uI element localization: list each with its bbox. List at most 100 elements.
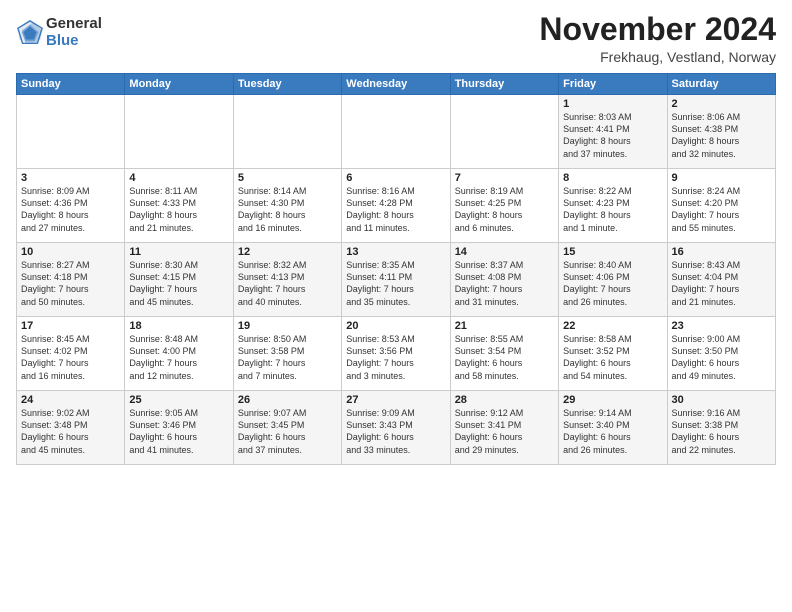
calendar-cell: 13Sunrise: 8:35 AM Sunset: 4:11 PM Dayli… (342, 243, 450, 317)
day-info: Sunrise: 8:30 AM Sunset: 4:15 PM Dayligh… (129, 259, 228, 308)
day-number: 9 (672, 172, 771, 184)
day-number: 13 (346, 246, 445, 258)
title-block: November 2024 Frekhaug, Vestland, Norway (539, 12, 776, 65)
day-info: Sunrise: 8:40 AM Sunset: 4:06 PM Dayligh… (563, 259, 662, 308)
calendar-cell: 10Sunrise: 8:27 AM Sunset: 4:18 PM Dayli… (17, 243, 125, 317)
day-number: 11 (129, 246, 228, 258)
day-info: Sunrise: 9:05 AM Sunset: 3:46 PM Dayligh… (129, 407, 228, 456)
calendar-cell: 21Sunrise: 8:55 AM Sunset: 3:54 PM Dayli… (450, 317, 558, 391)
calendar-header: Sunday Monday Tuesday Wednesday Thursday… (17, 74, 776, 95)
day-info: Sunrise: 8:11 AM Sunset: 4:33 PM Dayligh… (129, 185, 228, 234)
calendar-cell: 30Sunrise: 9:16 AM Sunset: 3:38 PM Dayli… (667, 391, 775, 465)
calendar-cell (342, 95, 450, 169)
calendar-week-5: 24Sunrise: 9:02 AM Sunset: 3:48 PM Dayli… (17, 391, 776, 465)
day-number: 16 (672, 246, 771, 258)
day-number: 12 (238, 246, 337, 258)
col-saturday: Saturday (667, 74, 775, 95)
day-info: Sunrise: 8:48 AM Sunset: 4:00 PM Dayligh… (129, 333, 228, 382)
calendar-page: General Blue November 2024 Frekhaug, Ves… (0, 0, 792, 612)
calendar-cell: 14Sunrise: 8:37 AM Sunset: 4:08 PM Dayli… (450, 243, 558, 317)
day-number: 14 (455, 246, 554, 258)
day-info: Sunrise: 8:35 AM Sunset: 4:11 PM Dayligh… (346, 259, 445, 308)
day-number: 4 (129, 172, 228, 184)
day-number: 22 (563, 320, 662, 332)
logo-icon (16, 19, 44, 47)
day-info: Sunrise: 9:02 AM Sunset: 3:48 PM Dayligh… (21, 407, 120, 456)
calendar-cell: 19Sunrise: 8:50 AM Sunset: 3:58 PM Dayli… (233, 317, 341, 391)
logo: General Blue (16, 16, 102, 49)
day-number: 26 (238, 394, 337, 406)
calendar-cell: 23Sunrise: 9:00 AM Sunset: 3:50 PM Dayli… (667, 317, 775, 391)
day-number: 20 (346, 320, 445, 332)
calendar-cell (450, 95, 558, 169)
day-number: 3 (21, 172, 120, 184)
day-number: 1 (563, 98, 662, 110)
day-info: Sunrise: 9:12 AM Sunset: 3:41 PM Dayligh… (455, 407, 554, 456)
day-number: 28 (455, 394, 554, 406)
day-number: 5 (238, 172, 337, 184)
day-info: Sunrise: 8:32 AM Sunset: 4:13 PM Dayligh… (238, 259, 337, 308)
day-info: Sunrise: 8:06 AM Sunset: 4:38 PM Dayligh… (672, 111, 771, 160)
calendar-cell: 4Sunrise: 8:11 AM Sunset: 4:33 PM Daylig… (125, 169, 233, 243)
day-info: Sunrise: 8:19 AM Sunset: 4:25 PM Dayligh… (455, 185, 554, 234)
calendar-cell: 29Sunrise: 9:14 AM Sunset: 3:40 PM Dayli… (559, 391, 667, 465)
day-info: Sunrise: 8:50 AM Sunset: 3:58 PM Dayligh… (238, 333, 337, 382)
calendar-cell: 6Sunrise: 8:16 AM Sunset: 4:28 PM Daylig… (342, 169, 450, 243)
day-info: Sunrise: 8:14 AM Sunset: 4:30 PM Dayligh… (238, 185, 337, 234)
col-wednesday: Wednesday (342, 74, 450, 95)
calendar-cell (125, 95, 233, 169)
col-sunday: Sunday (17, 74, 125, 95)
calendar-cell: 15Sunrise: 8:40 AM Sunset: 4:06 PM Dayli… (559, 243, 667, 317)
logo-text: General Blue (46, 16, 102, 49)
day-number: 27 (346, 394, 445, 406)
calendar-cell (17, 95, 125, 169)
calendar-cell: 2Sunrise: 8:06 AM Sunset: 4:38 PM Daylig… (667, 95, 775, 169)
calendar-cell: 20Sunrise: 8:53 AM Sunset: 3:56 PM Dayli… (342, 317, 450, 391)
day-info: Sunrise: 9:00 AM Sunset: 3:50 PM Dayligh… (672, 333, 771, 382)
day-number: 7 (455, 172, 554, 184)
calendar-cell (233, 95, 341, 169)
calendar-cell: 16Sunrise: 8:43 AM Sunset: 4:04 PM Dayli… (667, 243, 775, 317)
calendar-week-3: 10Sunrise: 8:27 AM Sunset: 4:18 PM Dayli… (17, 243, 776, 317)
day-info: Sunrise: 8:55 AM Sunset: 3:54 PM Dayligh… (455, 333, 554, 382)
calendar-cell: 22Sunrise: 8:58 AM Sunset: 3:52 PM Dayli… (559, 317, 667, 391)
day-number: 23 (672, 320, 771, 332)
calendar-cell: 8Sunrise: 8:22 AM Sunset: 4:23 PM Daylig… (559, 169, 667, 243)
day-info: Sunrise: 8:43 AM Sunset: 4:04 PM Dayligh… (672, 259, 771, 308)
calendar-cell: 26Sunrise: 9:07 AM Sunset: 3:45 PM Dayli… (233, 391, 341, 465)
day-info: Sunrise: 8:53 AM Sunset: 3:56 PM Dayligh… (346, 333, 445, 382)
day-info: Sunrise: 8:22 AM Sunset: 4:23 PM Dayligh… (563, 185, 662, 234)
day-info: Sunrise: 8:09 AM Sunset: 4:36 PM Dayligh… (21, 185, 120, 234)
calendar-cell: 9Sunrise: 8:24 AM Sunset: 4:20 PM Daylig… (667, 169, 775, 243)
day-number: 10 (21, 246, 120, 258)
day-info: Sunrise: 8:45 AM Sunset: 4:02 PM Dayligh… (21, 333, 120, 382)
calendar-cell: 7Sunrise: 8:19 AM Sunset: 4:25 PM Daylig… (450, 169, 558, 243)
calendar-cell: 27Sunrise: 9:09 AM Sunset: 3:43 PM Dayli… (342, 391, 450, 465)
day-info: Sunrise: 8:24 AM Sunset: 4:20 PM Dayligh… (672, 185, 771, 234)
day-number: 19 (238, 320, 337, 332)
logo-general-text: General (46, 16, 102, 33)
day-number: 21 (455, 320, 554, 332)
calendar-cell: 25Sunrise: 9:05 AM Sunset: 3:46 PM Dayli… (125, 391, 233, 465)
col-friday: Friday (559, 74, 667, 95)
day-number: 15 (563, 246, 662, 258)
calendar-cell: 1Sunrise: 8:03 AM Sunset: 4:41 PM Daylig… (559, 95, 667, 169)
day-info: Sunrise: 8:58 AM Sunset: 3:52 PM Dayligh… (563, 333, 662, 382)
day-number: 30 (672, 394, 771, 406)
calendar-cell: 12Sunrise: 8:32 AM Sunset: 4:13 PM Dayli… (233, 243, 341, 317)
calendar-cell: 18Sunrise: 8:48 AM Sunset: 4:00 PM Dayli… (125, 317, 233, 391)
calendar-week-2: 3Sunrise: 8:09 AM Sunset: 4:36 PM Daylig… (17, 169, 776, 243)
day-number: 24 (21, 394, 120, 406)
calendar-cell: 5Sunrise: 8:14 AM Sunset: 4:30 PM Daylig… (233, 169, 341, 243)
day-number: 2 (672, 98, 771, 110)
day-number: 18 (129, 320, 228, 332)
col-tuesday: Tuesday (233, 74, 341, 95)
calendar-week-4: 17Sunrise: 8:45 AM Sunset: 4:02 PM Dayli… (17, 317, 776, 391)
day-info: Sunrise: 8:03 AM Sunset: 4:41 PM Dayligh… (563, 111, 662, 160)
day-info: Sunrise: 8:27 AM Sunset: 4:18 PM Dayligh… (21, 259, 120, 308)
day-info: Sunrise: 9:07 AM Sunset: 3:45 PM Dayligh… (238, 407, 337, 456)
calendar-title: November 2024 (539, 12, 776, 47)
day-number: 8 (563, 172, 662, 184)
col-thursday: Thursday (450, 74, 558, 95)
calendar-table: Sunday Monday Tuesday Wednesday Thursday… (16, 73, 776, 465)
